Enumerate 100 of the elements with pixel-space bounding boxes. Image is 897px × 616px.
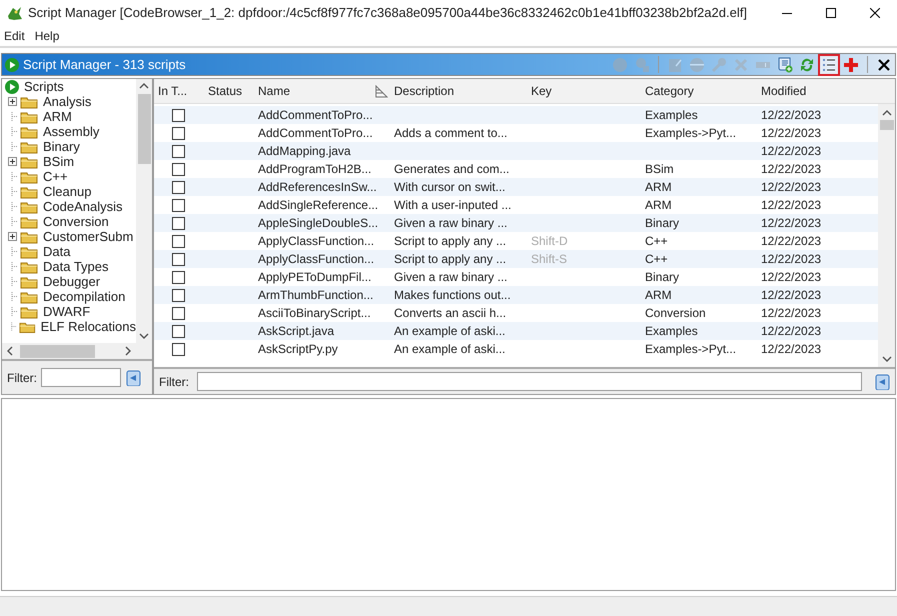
table-cell: AddMapping.java: [258, 144, 351, 158]
column-header[interactable]: In T...: [158, 79, 208, 103]
list-icon: [821, 56, 837, 72]
table-cell: Given a raw binary ...: [394, 270, 508, 284]
scroll-up-icon: [882, 109, 892, 117]
plus-icon: [843, 56, 859, 72]
checkbox[interactable]: [172, 324, 184, 338]
column-header[interactable]: Key: [531, 79, 645, 103]
tree-item[interactable]: ELF Relocations: [40, 319, 136, 334]
table-cell: Binary: [645, 270, 680, 284]
edit-icon: [667, 56, 683, 72]
column-header[interactable]: Modified: [761, 79, 878, 103]
window-title: Script Manager [CodeBrowser_1_2: dpfdoor:/4c5cf8f977fc7c368a8e095700a44be36c8332462c0b1e41bff03238b2bf2a2d.elf]: [28, 4, 747, 22]
checkbox[interactable]: [172, 216, 184, 230]
scroll-up-icon: [139, 82, 149, 90]
table-cell: AsciiToBinaryScript...: [258, 306, 371, 320]
step-icon: [634, 56, 650, 72]
play-icon: [5, 58, 19, 72]
table-cell: 12/22/2023: [761, 288, 822, 302]
table-cell: Adds a comment to...: [394, 126, 508, 140]
scrollbar[interactable]: [878, 104, 895, 367]
checkbox[interactable]: [172, 144, 184, 158]
filter-options-icon: [874, 374, 890, 390]
checkbox[interactable]: [172, 180, 184, 194]
tree-item[interactable]: DWARF: [43, 304, 90, 319]
tree-item[interactable]: Binary: [43, 139, 80, 154]
checkbox[interactable]: [172, 306, 184, 320]
filter-field[interactable]: [41, 368, 121, 387]
table-cell: Conversion: [645, 306, 706, 320]
tree-item[interactable]: Cleanup: [43, 184, 92, 199]
close-icon: [876, 56, 892, 72]
filter-label: Filter:: [159, 374, 189, 390]
table-cell: C++: [645, 234, 668, 248]
shortcut-text: Shift-S: [531, 252, 568, 266]
table-cell: Makes functions out...: [394, 288, 511, 302]
scrollbar[interactable]: [136, 79, 152, 343]
tree-item[interactable]: BSim: [43, 154, 74, 169]
table-cell: 12/22/2023: [761, 108, 822, 122]
tree-item[interactable]: Conversion: [43, 214, 109, 229]
table-cell: Generates and com...: [394, 162, 510, 176]
panel-title: Script Manager - 313 scripts: [23, 56, 186, 74]
tree-item[interactable]: CodeAnalysis: [43, 199, 122, 214]
table-cell: Examples: [645, 108, 698, 122]
scrollbar[interactable]: [2, 343, 152, 359]
checkbox[interactable]: [172, 198, 184, 212]
table-cell: An example of aski...: [394, 324, 506, 338]
checkbox[interactable]: [172, 252, 184, 266]
table-cell: 12/22/2023: [761, 306, 822, 320]
column-header[interactable]: Description: [394, 79, 531, 103]
menu-item[interactable]: Help: [30, 26, 64, 44]
checkbox[interactable]: [172, 342, 184, 356]
scrollbar-thumb[interactable]: [138, 94, 150, 164]
scroll-down-icon: [139, 332, 149, 340]
table-cell: 12/22/2023: [761, 144, 822, 158]
filter-label: Filter:: [7, 370, 37, 386]
scroll-down-icon: [882, 355, 892, 363]
tree-item[interactable]: Data Types: [43, 259, 109, 274]
column-header[interactable]: Name: [258, 79, 394, 103]
table-cell: AddCommentToPro...: [258, 126, 373, 140]
column-header[interactable]: Status: [208, 79, 258, 103]
table-cell: Examples->Pyt...: [645, 342, 736, 356]
checkbox[interactable]: [172, 126, 184, 140]
checkbox[interactable]: [172, 162, 184, 176]
table-cell: C++: [645, 252, 668, 266]
checkbox[interactable]: [172, 288, 184, 302]
table-cell: AskScript.java: [258, 324, 334, 338]
tree-item[interactable]: CustomerSubm: [43, 229, 134, 244]
tree-item[interactable]: Assembly: [43, 124, 100, 139]
table-cell: 12/22/2023: [761, 162, 822, 176]
table-cell: 12/22/2023: [761, 252, 822, 266]
table-cell: ApplyClassFunction...: [258, 252, 374, 266]
table-cell: Given a raw binary ...: [394, 216, 508, 230]
tree-item[interactable]: Decompilation: [43, 289, 126, 304]
table-cell: Examples->Pyt...: [645, 126, 736, 140]
script-icon: [777, 56, 793, 72]
maximize-icon: [826, 8, 836, 18]
table-cell: 12/22/2023: [761, 216, 822, 230]
tree-item[interactable]: ARM: [43, 109, 72, 124]
checkbox[interactable]: [172, 234, 184, 248]
checkbox[interactable]: [172, 270, 184, 284]
checkbox[interactable]: [172, 108, 184, 122]
table-cell: ArmThumbFunction...: [258, 288, 374, 302]
menu-item[interactable]: Edit: [0, 26, 29, 44]
tree-item[interactable]: C++: [43, 169, 68, 184]
filter-field[interactable]: [197, 372, 862, 391]
tree-item[interactable]: Debugger: [43, 274, 100, 289]
tree-item[interactable]: Data: [43, 244, 70, 259]
table-cell: ARM: [645, 180, 672, 194]
tree-item[interactable]: Scripts: [24, 79, 64, 96]
scroll-left-icon: [6, 346, 14, 356]
tree-item[interactable]: Analysis: [43, 94, 92, 109]
sort-icon: [374, 84, 388, 98]
table-cell: 12/22/2023: [761, 270, 822, 284]
run-icon: [612, 56, 628, 72]
scrollbar-thumb[interactable]: [20, 344, 95, 358]
column-header[interactable]: Category: [645, 79, 761, 103]
scrollbar-thumb[interactable]: [880, 120, 894, 130]
key-icon: [711, 56, 727, 72]
list-button[interactable]: [818, 54, 840, 76]
table-cell: 12/22/2023: [761, 126, 822, 140]
